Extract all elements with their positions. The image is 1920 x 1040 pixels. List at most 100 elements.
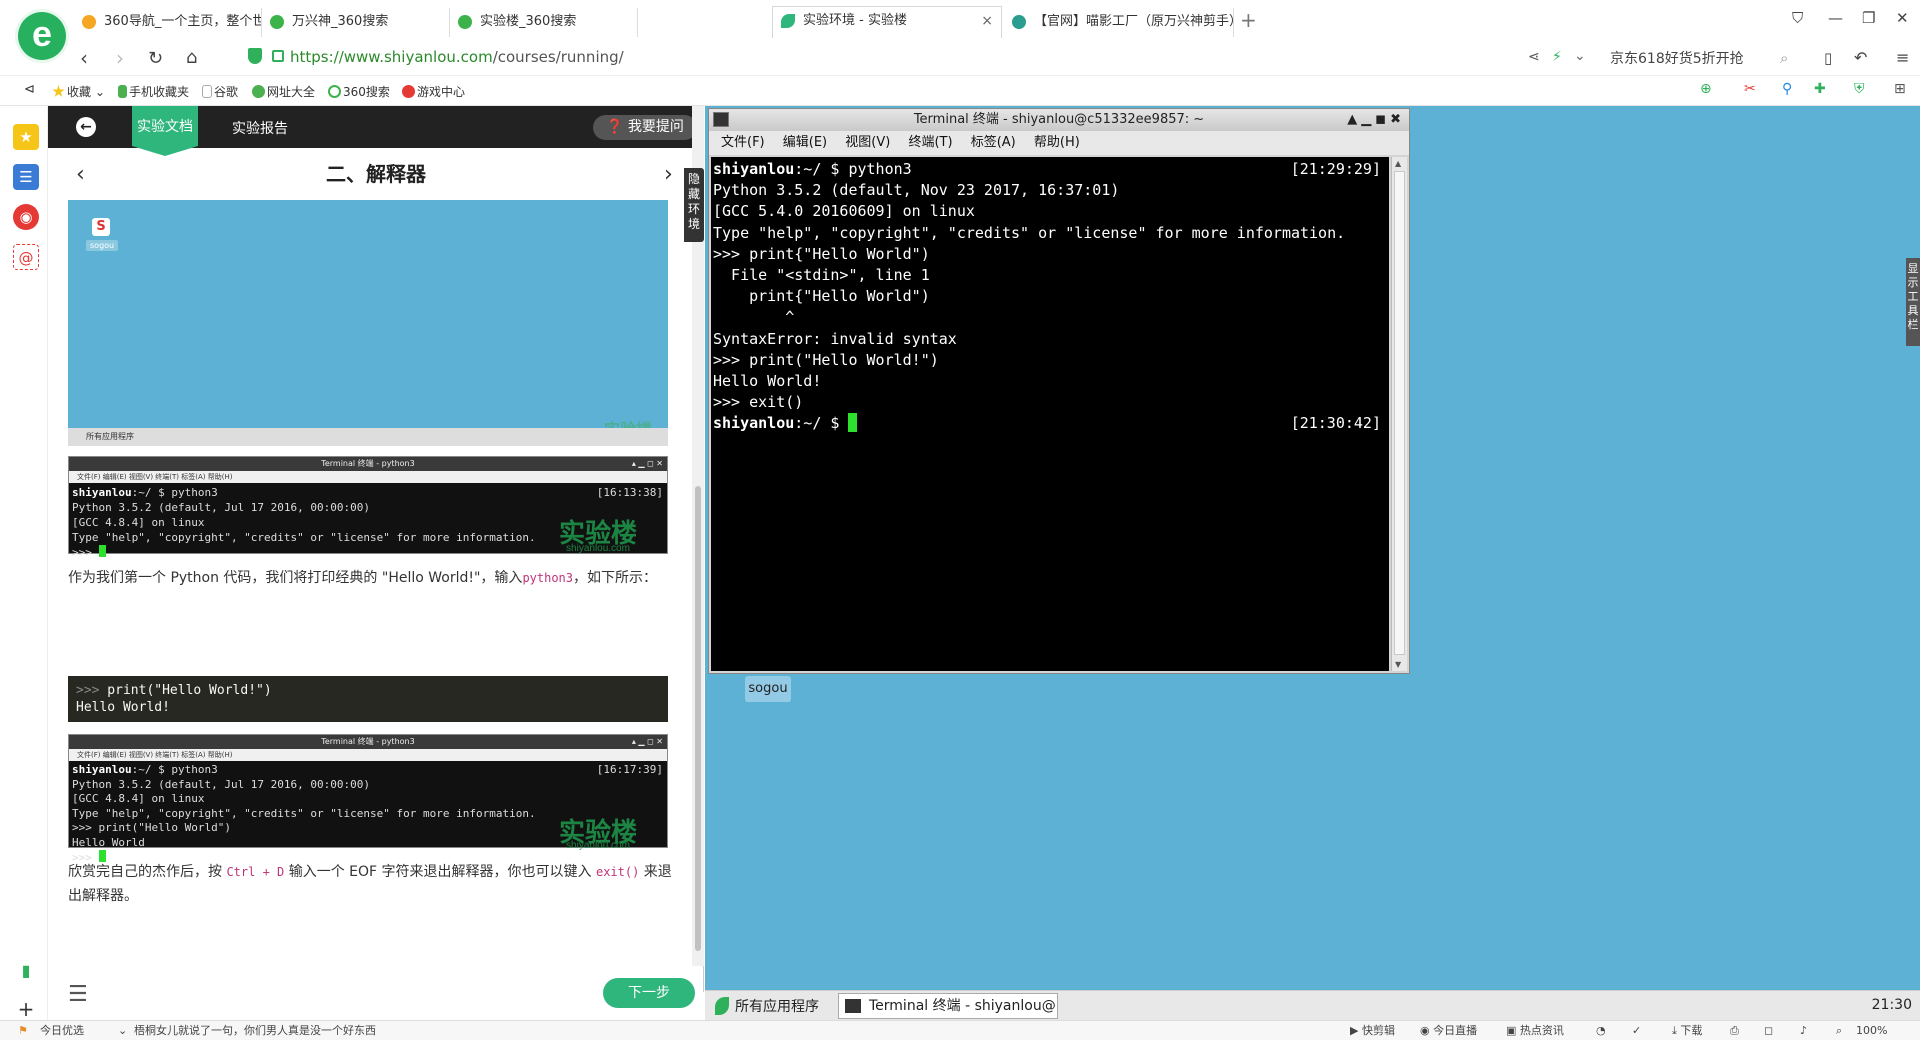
sound-icon[interactable]: ♪ (1800, 1021, 1807, 1040)
bookmark-sites[interactable]: 网址大全 (252, 83, 315, 100)
menu-view[interactable]: 视图(V) (845, 135, 890, 150)
speed-icon[interactable]: ◔ (1596, 1021, 1606, 1040)
all-apps-button[interactable]: 所有应用程序 (715, 996, 819, 1016)
bookmark-games[interactable]: 游戏中心 (402, 83, 465, 100)
terminal-titlebar[interactable]: Terminal 终端 - shiyanlou@c51332ee9857: ~ … (709, 109, 1409, 131)
menu-terminal[interactable]: 终端(T) (908, 135, 952, 150)
hide-environment-toggle[interactable]: 隐藏环境 (684, 168, 704, 242)
collapse-icon[interactable]: ⊲ (24, 82, 35, 97)
360-browser-logo[interactable]: e (18, 12, 66, 60)
lightning-icon[interactable]: ⚡ (1552, 49, 1562, 65)
back-icon[interactable]: ‹ (80, 46, 88, 70)
translate-icon[interactable]: ⊕ (1700, 81, 1712, 97)
play-icon: ▶ (1350, 1024, 1359, 1037)
tab-miaoying[interactable]: 【官网】喵影工厂（原万兴神剪手） (1004, 8, 1234, 37)
zoom-search-icon[interactable]: ⌕ (1836, 1021, 1842, 1040)
output-line: Python 3.5.2 (default, Nov 23 2017, 16:3… (713, 181, 1120, 200)
prev-section-icon[interactable]: ‹ (76, 162, 85, 187)
desk-icon-label: sogou (86, 240, 119, 251)
window-icon[interactable]: ◻ (1764, 1021, 1773, 1040)
next-section-icon[interactable]: › (664, 162, 673, 187)
favorites-star-icon[interactable]: ★ (13, 124, 39, 150)
print-icon[interactable]: ⎙ (1730, 1021, 1739, 1040)
taskbar-terminal-item[interactable]: Terminal 终端 - shiyanlou@… (838, 993, 1058, 1019)
toc-list-icon[interactable]: ☰ (68, 982, 88, 1007)
next-step-button[interactable]: 下一步 (603, 978, 695, 1008)
close-tab-icon[interactable]: × (981, 7, 993, 35)
share-icon[interactable]: ⋖ (1528, 49, 1540, 65)
menu-tabs[interactable]: 标签(A) (971, 135, 1016, 150)
gift-icon[interactable]: ⚑ (18, 1021, 28, 1040)
minimize-icon[interactable]: — (1828, 9, 1843, 27)
gamepad-icon[interactable]: ✚ (1814, 81, 1826, 97)
status-item-hot[interactable]: ▣ 热点资讯 (1506, 1021, 1564, 1040)
shirt-skin-icon[interactable]: ⛉ (1792, 9, 1803, 27)
bookmark-favorites[interactable]: 收藏 ⌄ (52, 83, 105, 100)
tab-360-nav[interactable]: 360导航_一个主页，整个世界 (74, 8, 262, 37)
apps-grid-icon[interactable]: ⊞ (1894, 81, 1906, 97)
news-icon[interactable]: ☰ (13, 164, 39, 190)
add-icon[interactable]: + (13, 996, 39, 1022)
tab-lab-environment[interactable]: 实验环境 - 实验楼 × (772, 6, 1002, 38)
restore-icon[interactable]: ❐ (1862, 9, 1875, 27)
ask-question-button[interactable]: ❓ 我要提问 (593, 115, 697, 140)
terminal-window[interactable]: Terminal 终端 - shiyanlou@c51332ee9857: ~ … (708, 108, 1410, 674)
menu-edit[interactable]: 编辑(E) (783, 135, 827, 150)
shot-menu: 文件(F) 编辑(E) 视图(V) 终端(T) 标签(A) 帮助(H) (69, 749, 667, 761)
bookmark-360search[interactable]: 360搜索 (328, 83, 390, 100)
show-toolbar-toggle[interactable]: 显示工具栏 (1906, 258, 1920, 346)
shot-line: Type "help", "copyright", "credits" or "… (72, 806, 536, 820)
status-item-clip[interactable]: ▶ 快剪辑 (1350, 1021, 1395, 1040)
forward-icon[interactable]: › (116, 46, 124, 70)
menu-help[interactable]: 帮助(H) (1034, 135, 1080, 150)
tab-shiyanlou-search[interactable]: 实验楼_360搜索 (450, 8, 638, 37)
search-icon[interactable]: ⌕ (1780, 49, 1788, 67)
new-tab-button[interactable]: + (1240, 8, 1257, 32)
menu-icon[interactable]: ≡ (1896, 48, 1909, 67)
window-buttons-icon: ▴ ▁ ◻ ✕ (631, 459, 663, 468)
menu-file[interactable]: 文件(F) (721, 135, 765, 150)
undo-icon[interactable]: ↶ (1854, 48, 1867, 67)
shot-user: shiyanlou (72, 763, 132, 776)
shot-line: [GCC 4.8.4] on linux (72, 792, 205, 805)
address-bar[interactable]: https://www.shiyanlou.com/courses/runnin… (242, 44, 1522, 72)
terminal-scrollbar[interactable]: ▲ ▼ (1391, 157, 1407, 671)
battery-icon[interactable]: ▮ (13, 958, 39, 984)
zoom-level[interactable]: 100% (1856, 1021, 1887, 1040)
reader-icon[interactable]: ▯ (1824, 49, 1832, 67)
desktop-icon-sogou[interactable]: sogou (745, 676, 791, 702)
email-icon[interactable]: @ (13, 244, 39, 270)
window-controls[interactable]: ▲▁◼✖ (1347, 109, 1405, 131)
status-news-ticker[interactable]: 梧桐女儿就说了一句，你们男人真是没一个好东西 (134, 1021, 376, 1040)
close-window-icon[interactable]: ✕ (1896, 9, 1909, 27)
minimize-icon: ▁ (1361, 112, 1376, 127)
tab-lab-report[interactable]: 实验报告 (232, 118, 288, 138)
weibo-icon[interactable]: ◉ (13, 204, 39, 230)
refresh-icon[interactable]: ↻ (148, 48, 163, 69)
url-text[interactable]: https://www.shiyanlou.com/courses/runnin… (290, 48, 624, 66)
ad-text[interactable]: 京东618好货5折开抢 (1610, 48, 1744, 68)
shot-time: [16:13:38] (596, 486, 663, 499)
download-icon: ⤓ (1672, 1024, 1677, 1037)
remote-desktop[interactable]: Terminal 终端 - shiyanlou@c51332ee9857: ~ … (705, 106, 1920, 990)
bookmark-mobile[interactable]: 手机收藏夹 (118, 83, 189, 100)
status-item-download[interactable]: ⤓ 下载 (1672, 1021, 1702, 1040)
magnifier-icon[interactable]: ⚲ (1782, 81, 1792, 97)
shield-icon[interactable]: ⛨ (1854, 81, 1865, 97)
screenshot-icon[interactable]: ✂ (1744, 81, 1756, 97)
status-today-picks[interactable]: 今日优选 (40, 1021, 84, 1040)
check-icon[interactable]: ✓ (1632, 1021, 1641, 1040)
chevron-down-icon[interactable]: ⌄ (1574, 48, 1586, 64)
back-arrow-icon[interactable]: ← (76, 117, 96, 137)
status-item-live[interactable]: ◉ 今日直播 (1420, 1021, 1477, 1040)
paragraph-exit: 欣赏完自己的杰作后，按 Ctrl + D 输入一个 EOF 字符来退出解释器，你… (68, 864, 672, 904)
home-icon[interactable]: ⌂ (186, 47, 197, 68)
scrollbar-thumb[interactable] (695, 486, 701, 951)
tab-wanxing-search[interactable]: 万兴神_360搜索 (262, 8, 450, 37)
tab-favicon-icon (781, 14, 795, 28)
bookmark-google[interactable]: 谷歌 (202, 83, 238, 100)
terminal-output[interactable]: shiyanlou:~/ $ python3 [21:29:29] Python … (711, 157, 1389, 671)
shot-prompt: :~/ $ python3 (131, 763, 218, 776)
close-icon: ✖ (1390, 112, 1405, 127)
doc-content: S sogou 实验楼 所有应用程序 Terminal 终端 - python3… (48, 200, 688, 992)
